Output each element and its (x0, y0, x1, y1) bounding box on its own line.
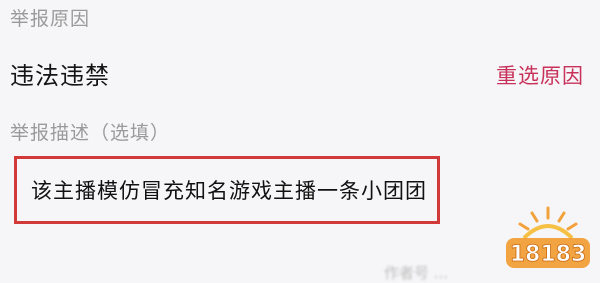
report-description-field[interactable]: 该主播模仿冒充知名游戏主播一条小团团 (14, 156, 440, 224)
report-description-text: 该主播模仿冒充知名游戏主播一条小团团 (31, 179, 427, 203)
reselect-reason-button[interactable]: 重选原因 (496, 60, 584, 90)
report-description-label: 举报描述（选填） (10, 122, 171, 144)
site-watermark-logo: 18183 (506, 206, 590, 268)
watermark-text: 18183 (510, 242, 587, 267)
sun-arc-icon (522, 224, 574, 240)
footer-blurred-text: 作者号 ... (384, 264, 449, 282)
report-reason-label: 举报原因 (10, 8, 91, 30)
report-reason-value: 违法违禁 (10, 62, 110, 90)
